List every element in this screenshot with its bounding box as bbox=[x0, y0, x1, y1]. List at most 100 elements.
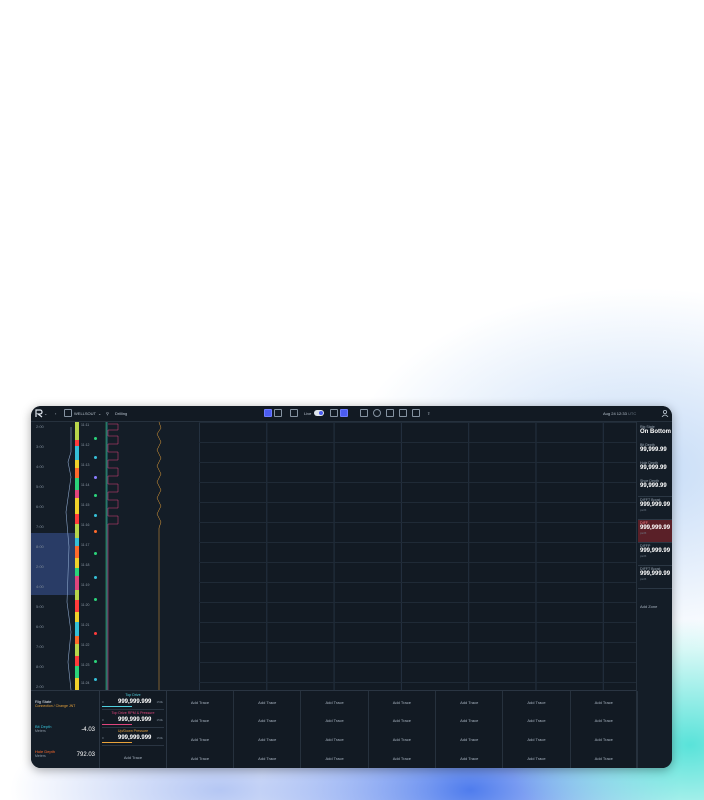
filter-icon[interactable]: ⚲ bbox=[106, 409, 109, 418]
add-trace-button[interactable]: Add Trace bbox=[504, 700, 570, 705]
time-label: 3:00 bbox=[36, 444, 44, 449]
event-marker[interactable] bbox=[94, 437, 97, 440]
add-trace-button[interactable]: Add Trace bbox=[369, 737, 435, 742]
time-tick: 11:17 bbox=[81, 543, 90, 547]
add-trace-button[interactable]: Add Trace bbox=[302, 756, 368, 761]
event-marker[interactable] bbox=[94, 494, 97, 497]
live-toggle[interactable] bbox=[314, 410, 324, 416]
add-trace-button[interactable]: Add Trace bbox=[571, 700, 637, 705]
add-trace-button[interactable]: Add Trace bbox=[167, 756, 233, 761]
event-marker[interactable] bbox=[94, 632, 97, 635]
add-trace-button[interactable]: Add Trace bbox=[436, 756, 502, 761]
add-trace-button[interactable]: Add Trace bbox=[369, 718, 435, 723]
trace-item[interactable]: Top Drive RPM & Pressure 0 999,999.999 1… bbox=[102, 710, 164, 728]
add-trace-button[interactable]: Add Trace bbox=[302, 737, 368, 742]
well-name[interactable]: WELLSOUT bbox=[74, 409, 96, 418]
clock-icon[interactable] bbox=[373, 409, 381, 417]
add-trace-button[interactable]: Add Trace bbox=[436, 737, 502, 742]
trace-color-line bbox=[102, 742, 132, 743]
event-marker[interactable] bbox=[94, 476, 97, 479]
trace-value: 999,999.999 bbox=[118, 699, 152, 705]
add-trace-button[interactable]: Add Trace bbox=[504, 737, 570, 742]
time-label: 2:00 bbox=[36, 684, 44, 689]
add-trace-button[interactable]: Add Trace bbox=[234, 718, 300, 723]
trace-item[interactable]: Top Drive 0 999,999.999 150k bbox=[102, 692, 164, 710]
zone-unit: psi/ft bbox=[640, 577, 647, 581]
time-label: 6:00 bbox=[36, 624, 44, 629]
add-trace-button[interactable]: Add Trace bbox=[571, 737, 637, 742]
time-axis: 2:00 3:00 4:00 5:00 6:00 7:00 8:00 2:00 … bbox=[31, 422, 76, 690]
rig-state-value: On Bottom bbox=[640, 429, 671, 435]
add-trace-button[interactable]: Add Trace bbox=[504, 718, 570, 723]
trace-name: Up/Down Pressure bbox=[117, 729, 149, 733]
add-trace-button[interactable]: Add Trace bbox=[167, 737, 233, 742]
add-trace-button[interactable]: Add Trace bbox=[369, 756, 435, 761]
well-chevron-icon[interactable]: ⌄ bbox=[98, 409, 101, 418]
event-marker[interactable] bbox=[94, 678, 97, 681]
activity-selector[interactable]: Drilling bbox=[115, 409, 127, 418]
add-trace-button[interactable]: Add Trace bbox=[234, 756, 300, 761]
event-marker[interactable] bbox=[94, 456, 97, 459]
zone-unit: psi/ft bbox=[640, 531, 647, 535]
grid-icon[interactable] bbox=[412, 409, 420, 417]
monitor-icon[interactable] bbox=[330, 409, 338, 417]
add-trace-button[interactable]: Add Trace bbox=[234, 737, 300, 742]
activity-segment bbox=[75, 524, 79, 538]
add-trace-button[interactable]: Add Trace bbox=[436, 718, 502, 723]
zone-card[interactable]: DIFFT Boost 999,999.99 psi/ft bbox=[638, 496, 672, 519]
add-trace-button[interactable]: Add Trace bbox=[167, 718, 233, 723]
time-label: 7:00 bbox=[36, 524, 44, 529]
back-icon[interactable]: ‹ bbox=[55, 409, 56, 418]
comment-icon[interactable] bbox=[290, 409, 298, 417]
zone-card[interactable]: DIFFP 999,999.99 psi/ft bbox=[638, 542, 672, 565]
event-marker[interactable] bbox=[94, 530, 97, 533]
hole-depth-value: 792.03 bbox=[76, 752, 95, 758]
add-trace-button[interactable]: Add Trace bbox=[571, 756, 637, 761]
user-icon[interactable] bbox=[661, 409, 669, 417]
time-label: 2:00 bbox=[36, 564, 44, 569]
chevron-down-icon[interactable]: ⌄ bbox=[44, 409, 47, 418]
edit-icon[interactable] bbox=[386, 409, 394, 417]
hole-depth-value: 99,999.99 bbox=[640, 465, 667, 471]
chart-grid[interactable] bbox=[199, 422, 636, 690]
add-trace-button[interactable]: Add Trace bbox=[302, 718, 368, 723]
time-trend-line bbox=[65, 427, 72, 690]
add-trace-button[interactable]: Add Trace bbox=[436, 700, 502, 705]
activity-segment bbox=[75, 666, 79, 678]
logo-icon[interactable] bbox=[35, 409, 43, 418]
zone-card-alert[interactable]: DIFF 999,999.99 psi/ft bbox=[638, 519, 672, 542]
time-tick: 11:13 bbox=[81, 463, 90, 467]
add-trace-button[interactable]: Add Trace bbox=[302, 700, 368, 705]
chart-view-icon[interactable] bbox=[264, 409, 272, 417]
trace-max: 150k bbox=[156, 718, 163, 722]
share-icon[interactable]: ⇪ bbox=[427, 409, 430, 418]
activity-segment bbox=[75, 446, 79, 460]
well-icon[interactable] bbox=[64, 409, 72, 417]
time-tick: 11:15 bbox=[81, 503, 90, 507]
list-view-icon[interactable] bbox=[274, 409, 282, 417]
add-zone-button[interactable]: Add Zone bbox=[640, 604, 657, 609]
add-trace-button[interactable]: Add Trace bbox=[571, 718, 637, 723]
activity-segment bbox=[75, 636, 79, 644]
add-trace-button[interactable]: Add Trace bbox=[100, 755, 166, 760]
add-trace-button[interactable]: Add Trace bbox=[167, 700, 233, 705]
zone-card[interactable]: DIFFT Boost 999,999.99 psi/ft bbox=[638, 565, 672, 588]
event-marker[interactable] bbox=[94, 660, 97, 663]
fullscreen-icon[interactable] bbox=[360, 409, 368, 417]
bit-depth-value: 99,999.99 bbox=[640, 447, 667, 453]
event-marker[interactable] bbox=[94, 598, 97, 601]
rig-state-status: Rig State Connection / Change JNT bbox=[35, 699, 97, 708]
activity-segment bbox=[75, 656, 79, 666]
add-trace-button[interactable]: Add Trace bbox=[369, 700, 435, 705]
event-marker[interactable] bbox=[94, 514, 97, 517]
event-marker[interactable] bbox=[94, 552, 97, 555]
time-tick: 11:22 bbox=[81, 643, 90, 647]
add-trace-button[interactable]: Add Trace bbox=[504, 756, 570, 761]
hole-depth-summary: Hole Depth 99,999.99 bbox=[640, 461, 672, 471]
activity-segment bbox=[75, 590, 79, 600]
tablet-icon[interactable] bbox=[340, 409, 348, 417]
add-trace-button[interactable]: Add Trace bbox=[234, 700, 300, 705]
document-icon[interactable] bbox=[399, 409, 407, 417]
event-marker[interactable] bbox=[94, 576, 97, 579]
trace-item[interactable]: Up/Down Pressure 0 999,999.999 150k bbox=[102, 728, 164, 746]
